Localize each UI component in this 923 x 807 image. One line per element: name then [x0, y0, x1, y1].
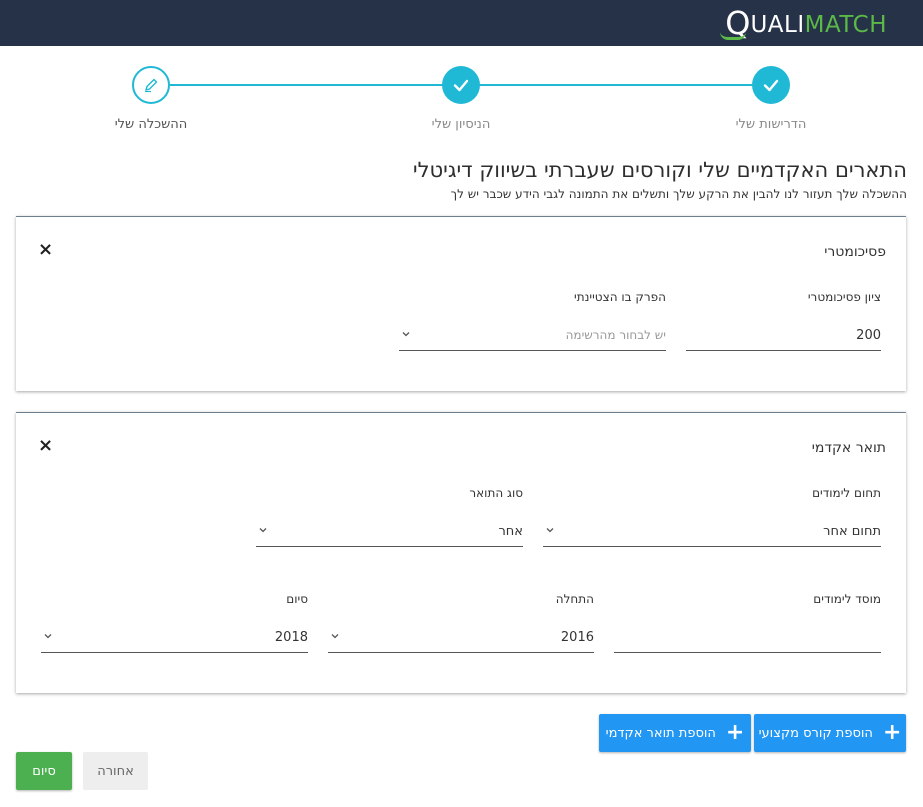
end-year-select[interactable]: 2018 [41, 623, 308, 653]
study-field-label: תחום לימודים [812, 486, 881, 500]
degree-type-select[interactable]: אחר [256, 517, 523, 547]
add-degree-label: הוספת תואר אקדמי [605, 725, 716, 741]
step-requirements-label[interactable]: הדרישות שלי [701, 117, 841, 132]
plus-icon: + [882, 720, 902, 745]
step-experience-circle[interactable] [442, 66, 480, 104]
back-button[interactable]: אחורה [83, 752, 148, 790]
plus-icon: + [725, 720, 745, 745]
psychometric-card-title: פסיכומטרי [824, 244, 886, 260]
degree-type-value: אחר [498, 524, 523, 539]
add-academic-degree-button[interactable]: + הוספת תואר אקדמי [599, 714, 751, 752]
best-section-select[interactable]: יש לבחור מהרשימה [399, 321, 666, 351]
pencil-icon [145, 78, 158, 93]
institution-input[interactable] [614, 623, 881, 653]
close-icon[interactable]: × [38, 241, 53, 259]
logo-text-green: MATCH [804, 12, 887, 38]
step-experience-label[interactable]: הניסיון שלי [391, 117, 531, 132]
end-year-label: סיום [286, 592, 308, 606]
finish-button[interactable]: סיום [16, 752, 72, 790]
add-professional-course-button[interactable]: + הוספת קורס מקצועי [754, 714, 906, 752]
top-bar: Q UALI MATCH [0, 0, 923, 46]
start-year-select[interactable]: 2016 [328, 623, 594, 653]
check-icon [763, 79, 779, 92]
psychometric-card: פסיכומטרי × ציון פסיכומטרי 200 הפרק בו ה… [16, 216, 906, 391]
chevron-down-icon [402, 332, 410, 337]
chevron-down-icon [331, 634, 339, 639]
check-icon [453, 79, 469, 92]
best-section-placeholder: יש לבחור מהרשימה [565, 328, 666, 342]
best-section-label: הפרק בו הצטיינתי [574, 290, 666, 304]
degree-card-title: תואר אקדמי [811, 440, 886, 456]
step-education-circle[interactable] [132, 66, 170, 104]
end-year-value: 2018 [274, 630, 308, 645]
academic-degree-card: תואר אקדמי × תחום לימודים תחום אחר סוג ה… [16, 412, 906, 693]
study-field-value: תחום אחר [823, 524, 881, 539]
start-year-value: 2016 [560, 630, 594, 645]
qualimatch-logo[interactable]: Q UALI MATCH [720, 6, 887, 40]
psychometric-score-input[interactable]: 200 [686, 321, 881, 351]
chevron-down-icon [44, 634, 52, 639]
add-course-label: הוספת קורס מקצועי [758, 725, 873, 741]
chevron-down-icon [546, 528, 554, 533]
psychometric-score-value: 200 [856, 328, 881, 343]
logo-text-white: UALI [750, 12, 805, 38]
page-title: התארים האקדמיים שלי וקורסים שעברתי בשיוו… [412, 158, 907, 182]
page-subtitle: ההשכלה שלך תעזור לנו להבין את הרקע שלך ו… [450, 187, 907, 201]
start-year-label: התחלה [555, 592, 594, 606]
degree-type-label: סוג התואר [469, 486, 523, 500]
step-requirements-circle[interactable] [752, 66, 790, 104]
chevron-down-icon [259, 528, 267, 533]
step-education-label[interactable]: ההשכלה שלי [81, 117, 221, 132]
institution-label: מוסד לימודים [813, 592, 881, 606]
study-field-select[interactable]: תחום אחר [543, 517, 881, 547]
close-icon[interactable]: × [38, 437, 53, 455]
psychometric-score-label: ציון פסיכומטרי [807, 290, 881, 304]
